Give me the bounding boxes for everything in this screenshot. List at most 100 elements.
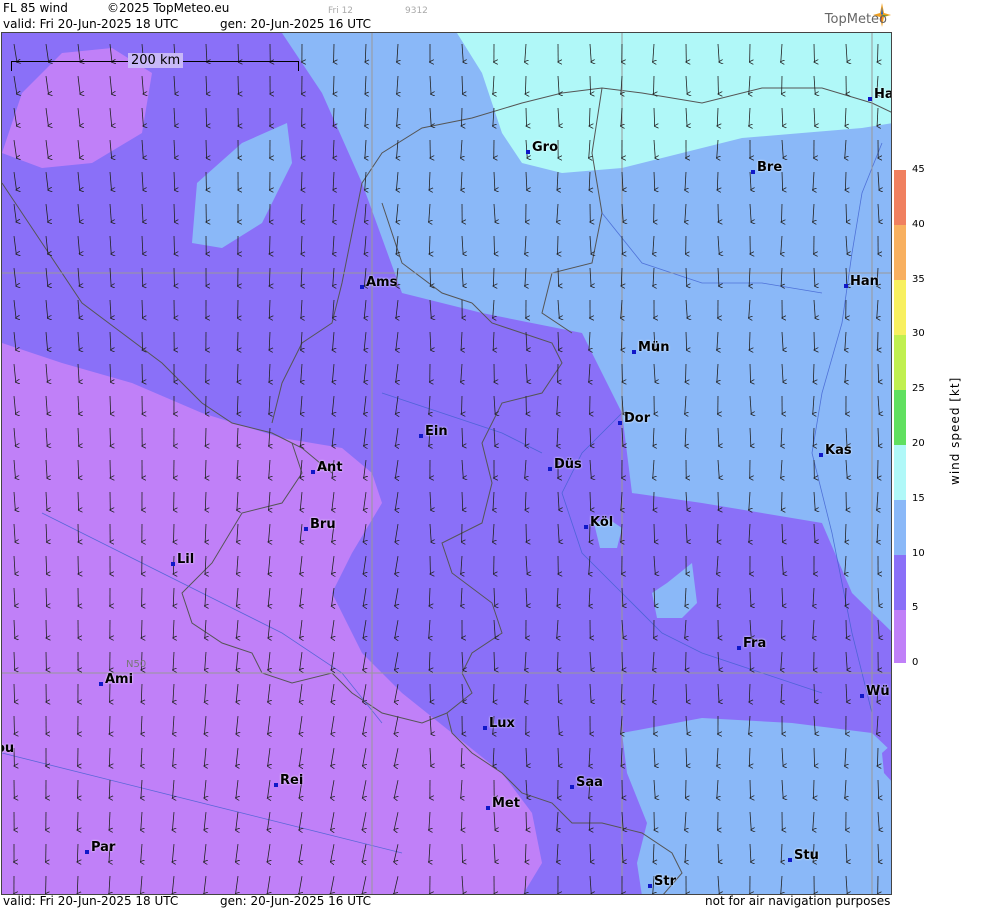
city-label: Str [648,874,676,889]
wind-arrow [45,619,47,638]
wind-arrow [141,619,142,638]
wind-arrow [717,491,719,510]
wind-zone-10-15 [622,718,891,894]
city-marker [648,884,652,888]
city-label: ou [2,741,15,756]
wind-arrow [877,43,878,62]
wind-arrow [173,235,175,254]
city-marker [860,694,864,698]
city-marker [99,682,103,686]
city-label: Kas [819,443,852,458]
city-marker [868,97,872,101]
legend-tick-label: 15 [912,492,925,504]
wind-arrow [781,203,782,222]
city-marker [584,525,588,529]
city-marker [483,726,487,730]
city-label: Ams [360,275,397,290]
city-label: Met [486,796,520,811]
city-label: Stu [788,848,819,863]
city-label: Ein [419,424,448,439]
city-label: Ant [311,460,343,475]
city-label: Fra [737,636,766,651]
wind-arrow [813,779,814,798]
wind-arrow [77,811,78,830]
city-label: Par [85,840,115,855]
city-label: Gro [526,140,558,155]
city-marker [85,850,89,854]
wind-arrow [109,715,110,734]
footer-valid-time: valid: Fri 20-Jun-2025 18 UTC [3,894,179,908]
disclaimer: not for air navigation purposes [705,894,891,908]
city-label: Lil [171,552,194,567]
wind-arrow [493,235,495,254]
city-marker [419,434,423,438]
wind-arrow [77,523,79,542]
city-marker [618,421,622,425]
city-marker [788,858,792,862]
city-marker [844,284,848,288]
product-title: FL 85 wind [3,1,68,15]
city-marker [311,470,315,474]
legend-tick-label: 20 [912,438,925,449]
city-marker [360,285,364,289]
city-marker [486,806,490,810]
city-label: Düs [548,457,582,472]
legend-title: wind speed [kt] [948,376,962,485]
city-marker [171,562,175,566]
small-code: 9312 [405,6,428,16]
legend-tick-label: 25 [912,383,925,395]
wind-arrow [813,331,815,350]
small-label: Fri 12 [328,6,354,16]
city-label: Lux [483,716,515,731]
footer-generated-time: gen: 20-Jun-2025 16 UTC [220,894,372,908]
grid-label: N50 [126,659,147,670]
city-marker [737,646,741,650]
city-marker [570,785,574,789]
legend-tick-label: 35 [912,273,925,285]
legend-tick-label: 10 [912,547,925,559]
valid-time: valid: Fri 20-Jun-2025 18 UTC [3,17,179,31]
wind-arrow [141,331,143,350]
city-label: Köl [584,515,613,530]
legend-tick-label: 0 [912,657,919,669]
legend-tick-label: 40 [912,218,925,230]
legend-tick-label: 45 [912,164,925,175]
legend-tick-label: 5 [912,602,919,614]
wind-arrow [877,747,878,766]
wind-arrow [429,267,431,286]
legend-tick-label: 30 [912,328,925,340]
city-label: Ami [99,672,133,687]
copyright: ©2025 TopMeteo.eu [107,1,230,15]
city-marker [526,150,530,154]
wind-arrow [205,139,207,158]
city-marker [548,467,552,471]
wind-map[interactable]: 200 km N50 Ha Gro Bre Ams Han Mün Dor Ein Kas Ant… [1,32,892,895]
city-label: Rei [274,773,303,788]
city-label: Han [844,274,879,289]
wind-arrow [525,107,527,126]
city-label: Wü [860,684,890,699]
wind-arrow [685,363,686,382]
wind-arrow [621,651,623,670]
city-marker [274,783,278,787]
wind-arrow [525,811,527,830]
wind-arrow [301,171,302,190]
wind-arrow [109,427,111,446]
city-label: Dor [618,411,650,426]
city-marker [304,527,308,531]
scale-label: 200 km [128,53,184,68]
wind-arrow [333,75,334,94]
legend-color-bar [894,170,906,663]
city-marker [632,350,636,354]
city-label: Mün [632,340,669,355]
wind-arrow [493,683,494,702]
topmeteo-logo: TopMeteo [824,12,887,27]
city-marker [819,453,823,457]
city-label: Bre [751,160,782,175]
generated-time: gen: 20-Jun-2025 16 UTC [220,17,372,31]
city-label: Bru [304,517,336,532]
wind-arrow [589,75,591,94]
city-marker [751,170,755,174]
city-label: Saa [570,775,603,790]
city-label: Ha [868,87,891,102]
